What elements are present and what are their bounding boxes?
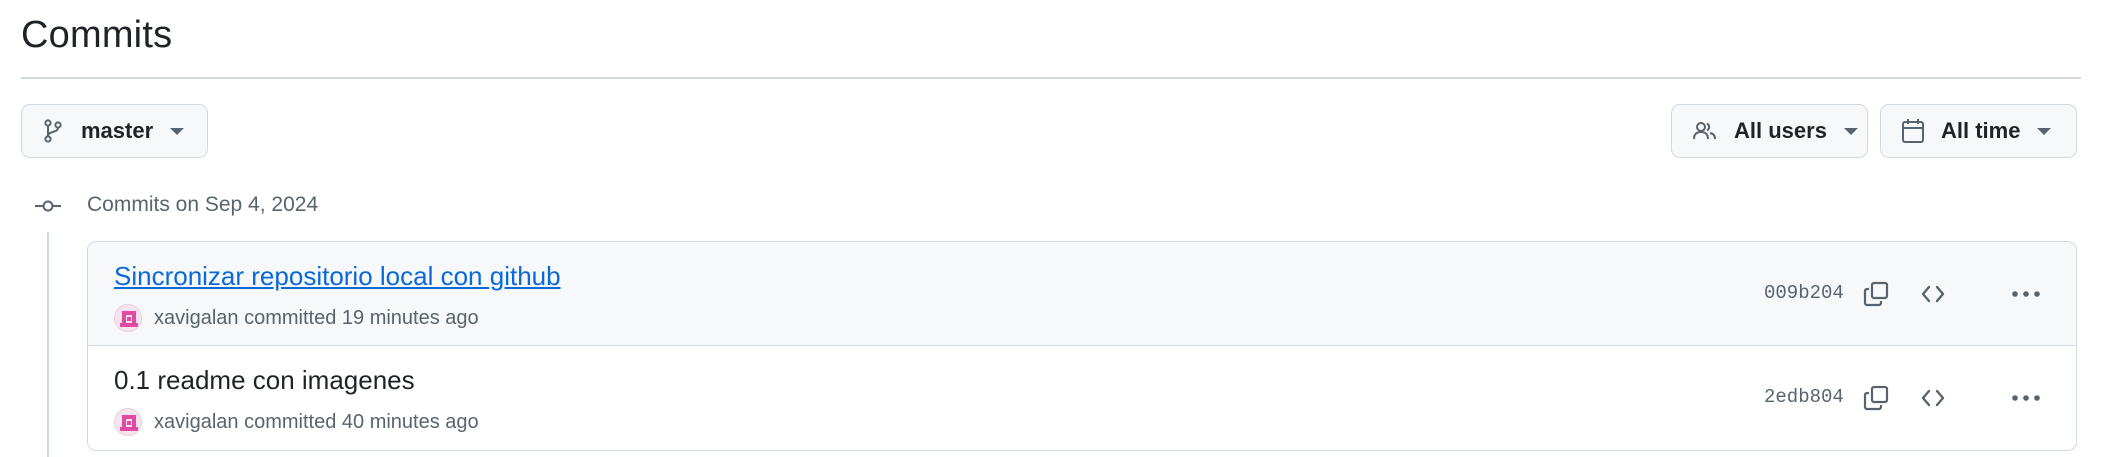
avatar[interactable] <box>114 408 142 436</box>
kebab-horizontal-icon <box>2012 395 2040 401</box>
timeline-line <box>47 232 49 457</box>
users-filter-button[interactable]: All users <box>1671 104 1868 158</box>
more-options-button[interactable] <box>2010 278 2042 310</box>
chevron-down-icon <box>170 127 185 135</box>
calendar-icon <box>1901 118 1925 144</box>
users-filter-label: All users <box>1734 118 1827 143</box>
commit-time: 19 minutes ago <box>341 306 479 329</box>
commit-title-link[interactable]: Sincronizar repositorio local con github <box>114 261 561 292</box>
commit-action: committed <box>244 410 337 433</box>
commit-author[interactable]: xavigalan <box>154 411 239 433</box>
commit-title-link[interactable]: 0.1 readme con imagenes <box>114 365 415 396</box>
branch-select-button[interactable]: master <box>21 104 208 158</box>
commit-sha-link[interactable]: 009b204 <box>1764 282 1844 304</box>
commit-row: 0.1 readme con imagenes xavigalan commit… <box>88 346 2076 450</box>
commit-time: 40 minutes ago <box>341 410 479 433</box>
title-divider <box>21 77 2081 79</box>
chevron-down-icon <box>2037 127 2052 135</box>
commit-action: committed <box>244 306 337 329</box>
code-icon <box>1921 285 1945 303</box>
copy-sha-button[interactable] <box>1860 382 1892 414</box>
git-branch-icon <box>43 119 63 143</box>
page-title: Commits <box>21 14 173 56</box>
copy-icon <box>1863 385 1889 411</box>
commit-author[interactable]: xavigalan <box>154 307 239 329</box>
people-icon <box>1692 119 1718 143</box>
code-icon <box>1921 389 1945 407</box>
branch-label: master <box>81 118 154 143</box>
browse-repo-button[interactable] <box>1917 278 1949 310</box>
git-commit-icon <box>35 196 61 221</box>
chevron-down-icon <box>1843 127 1858 135</box>
commit-sha-link[interactable]: 2edb804 <box>1764 386 1844 408</box>
more-options-button[interactable] <box>2010 382 2042 414</box>
commit-meta: xavigalan committed 40 minutes ago <box>114 408 479 436</box>
browse-repo-button[interactable] <box>1917 382 1949 414</box>
copy-sha-button[interactable] <box>1860 278 1892 310</box>
commit-list: Sincronizar repositorio local con github… <box>87 241 2077 451</box>
commit-meta: xavigalan committed 19 minutes ago <box>114 304 479 332</box>
kebab-horizontal-icon <box>2012 291 2040 297</box>
time-filter-label: All time <box>1941 118 2021 143</box>
time-filter-button[interactable]: All time <box>1880 104 2077 158</box>
copy-icon <box>1863 281 1889 307</box>
avatar[interactable] <box>114 304 142 332</box>
commit-group-date: Commits on Sep 4, 2024 <box>87 193 319 216</box>
commit-row: Sincronizar repositorio local con github… <box>88 242 2076 346</box>
